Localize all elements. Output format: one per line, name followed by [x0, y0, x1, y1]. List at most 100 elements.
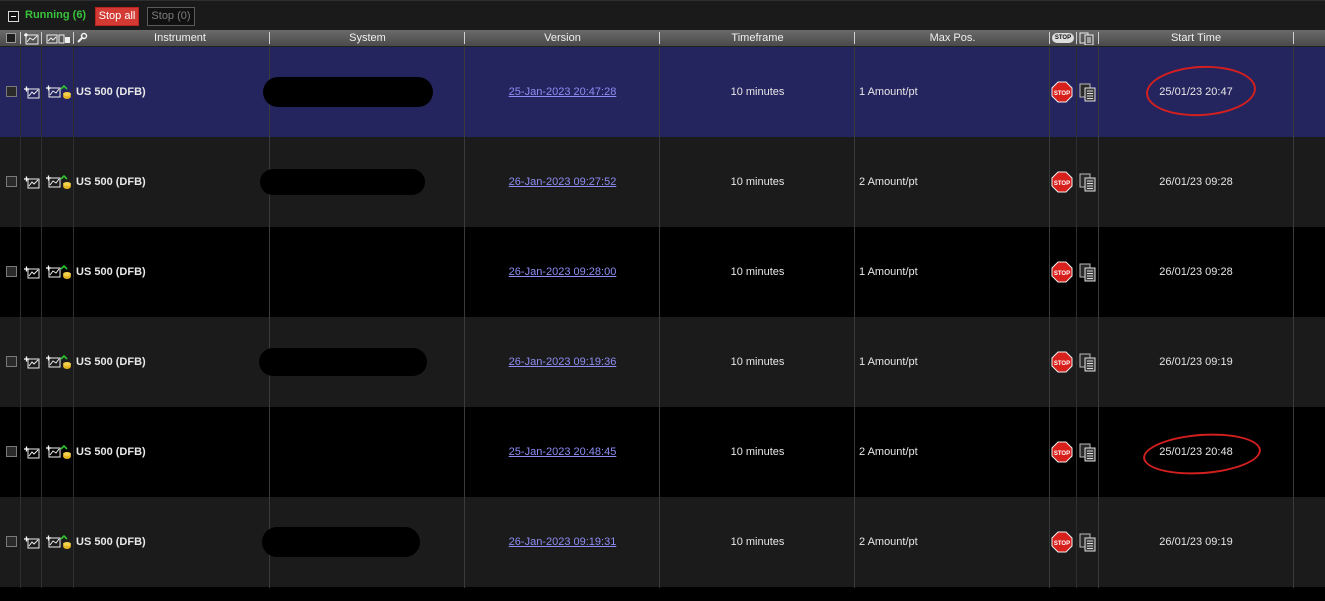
- table-row[interactable]: US 500 (DFB) 25-Jan-2023 20:48:45 10 min…: [0, 407, 1325, 497]
- instrument-name: US 500 (DFB): [76, 266, 146, 278]
- column-separator: [41, 32, 42, 44]
- row-checkbox[interactable]: [6, 446, 17, 457]
- version-link[interactable]: 26-Jan-2023 09:19:31: [465, 497, 660, 587]
- copy-document-icon[interactable]: [1079, 173, 1096, 192]
- strategy-icon[interactable]: [44, 32, 72, 45]
- instrument-name: US 500 (DFB): [76, 176, 146, 188]
- column-header-max-pos[interactable]: Max Pos.: [855, 30, 1050, 46]
- start-time-value: 26/01/23 09:28: [1159, 176, 1233, 188]
- table-row[interactable]: US 500 (DFB) 26-Jan-2023 09:19:36 10 min…: [0, 317, 1325, 407]
- table-row[interactable]: US 500 (DFB) 26-Jan-2023 09:27:52 10 min…: [0, 137, 1325, 227]
- grid-line: [1098, 47, 1099, 588]
- instrument-name: US 500 (DFB): [76, 86, 146, 98]
- copy-document-icon[interactable]: [1079, 263, 1096, 282]
- chart-icon[interactable]: [24, 536, 40, 549]
- stop-sign-icon[interactable]: STOP: [1051, 261, 1073, 283]
- strategy-icon[interactable]: [46, 355, 72, 370]
- stop-all-button[interactable]: Stop all: [95, 7, 139, 26]
- stop-sign-text: STOP: [1054, 361, 1070, 367]
- table-row[interactable]: US 500 (DFB) 26-Jan-2023 09:28:00 10 min…: [0, 227, 1325, 317]
- column-separator: [73, 32, 74, 44]
- version-link[interactable]: 26-Jan-2023 09:19:36: [465, 317, 660, 407]
- chart-icon[interactable]: [24, 446, 40, 459]
- copy-document-icon[interactable]: [1079, 353, 1096, 372]
- start-time-value: 25/01/23 20:47: [1159, 86, 1233, 98]
- chart-icon[interactable]: [24, 86, 40, 99]
- timeframe-value: 10 minutes: [730, 356, 785, 368]
- column-separator: [20, 32, 21, 44]
- version-link[interactable]: 25-Jan-2023 20:48:45: [465, 407, 660, 497]
- wrench-icon[interactable]: [76, 32, 88, 44]
- redacted-system-name: [260, 169, 425, 195]
- grid-line: [1293, 47, 1294, 588]
- redacted-system-name: [262, 527, 420, 557]
- stop-sign-text: STOP: [1054, 181, 1070, 187]
- column-header-instrument[interactable]: Instrument: [90, 30, 270, 46]
- column-header-start-time[interactable]: Start Time: [1099, 30, 1293, 46]
- version-link[interactable]: 25-Jan-2023 20:47:28: [465, 47, 660, 137]
- row-checkbox[interactable]: [6, 356, 17, 367]
- grid-line: [854, 47, 855, 588]
- column-separator: [1293, 32, 1294, 44]
- max-position-value: 2 Amount/pt: [859, 176, 918, 188]
- chart-icon[interactable]: [24, 176, 40, 189]
- stop-sign-icon[interactable]: STOP: [1051, 81, 1073, 103]
- copy-document-icon[interactable]: [1079, 533, 1096, 552]
- strategy-icon[interactable]: [46, 85, 72, 100]
- strategy-icon[interactable]: [46, 535, 72, 550]
- stop-sign-icon[interactable]: STOP: [1051, 531, 1073, 553]
- grid-line: [659, 47, 660, 588]
- instrument-name: US 500 (DFB): [76, 356, 146, 368]
- version-link[interactable]: 26-Jan-2023 09:28:00: [465, 227, 660, 317]
- strategy-icon[interactable]: [46, 445, 72, 460]
- max-position-value: 2 Amount/pt: [859, 446, 918, 458]
- stop-sign-icon[interactable]: STOP: [1051, 351, 1073, 373]
- strategy-icon[interactable]: [46, 265, 72, 280]
- redacted-system-name: [263, 77, 433, 107]
- copy-document-icon[interactable]: [1079, 32, 1096, 45]
- column-header-stop[interactable]: STOP: [1052, 33, 1074, 43]
- stop-sign-icon[interactable]: STOP: [1051, 171, 1073, 193]
- row-checkbox[interactable]: [6, 266, 17, 277]
- stop-selected-button[interactable]: Stop (0): [147, 7, 195, 26]
- column-header-timeframe[interactable]: Timeframe: [660, 30, 855, 46]
- row-checkbox[interactable]: [6, 86, 17, 97]
- version-link[interactable]: 26-Jan-2023 09:27:52: [465, 137, 660, 227]
- start-time-value: 26/01/23 09:19: [1159, 536, 1233, 548]
- stop-sign-text: STOP: [1054, 541, 1070, 547]
- max-position-value: 1 Amount/pt: [859, 266, 918, 278]
- redacted-system-name: [259, 348, 427, 376]
- strategy-icon[interactable]: [46, 175, 72, 190]
- instrument-name: US 500 (DFB): [76, 446, 146, 458]
- chart-icon[interactable]: [24, 266, 40, 279]
- copy-document-icon[interactable]: [1079, 443, 1096, 462]
- copy-document-icon[interactable]: [1079, 83, 1096, 102]
- row-checkbox[interactable]: [6, 536, 17, 547]
- chart-icon[interactable]: [24, 356, 40, 369]
- column-header-system[interactable]: System: [270, 30, 465, 46]
- select-all-checkbox[interactable]: [6, 33, 16, 43]
- row-checkbox[interactable]: [6, 176, 17, 187]
- minus-square-icon[interactable]: [8, 11, 19, 22]
- max-position-value: 2 Amount/pt: [859, 536, 918, 548]
- add-chart-icon[interactable]: [23, 32, 39, 45]
- grid-line: [1049, 47, 1050, 588]
- running-count-label: Running (6): [25, 9, 87, 21]
- start-time-value: 25/01/23 20:48: [1159, 446, 1233, 458]
- grid-line: [41, 47, 42, 588]
- timeframe-value: 10 minutes: [730, 266, 785, 278]
- grid-line: [20, 47, 21, 588]
- table-row[interactable]: US 500 (DFB) 26-Jan-2023 09:19:31 10 min…: [0, 497, 1325, 587]
- table-header: Instrument System Version Timeframe Max …: [0, 30, 1325, 47]
- grid-line: [1076, 47, 1077, 588]
- timeframe-value: 10 minutes: [730, 176, 785, 188]
- start-time-value: 26/01/23 09:19: [1159, 356, 1233, 368]
- column-header-version[interactable]: Version: [465, 30, 660, 46]
- stop-sign-text: STOP: [1054, 271, 1070, 277]
- stop-sign-icon[interactable]: STOP: [1051, 441, 1073, 463]
- max-position-value: 1 Amount/pt: [859, 356, 918, 368]
- table-row[interactable]: US 500 (DFB) 25-Jan-2023 20:47:28 10 min…: [0, 47, 1325, 137]
- column-separator: [1076, 32, 1077, 44]
- grid-line: [269, 47, 270, 588]
- stop-sign-text: STOP: [1054, 91, 1070, 97]
